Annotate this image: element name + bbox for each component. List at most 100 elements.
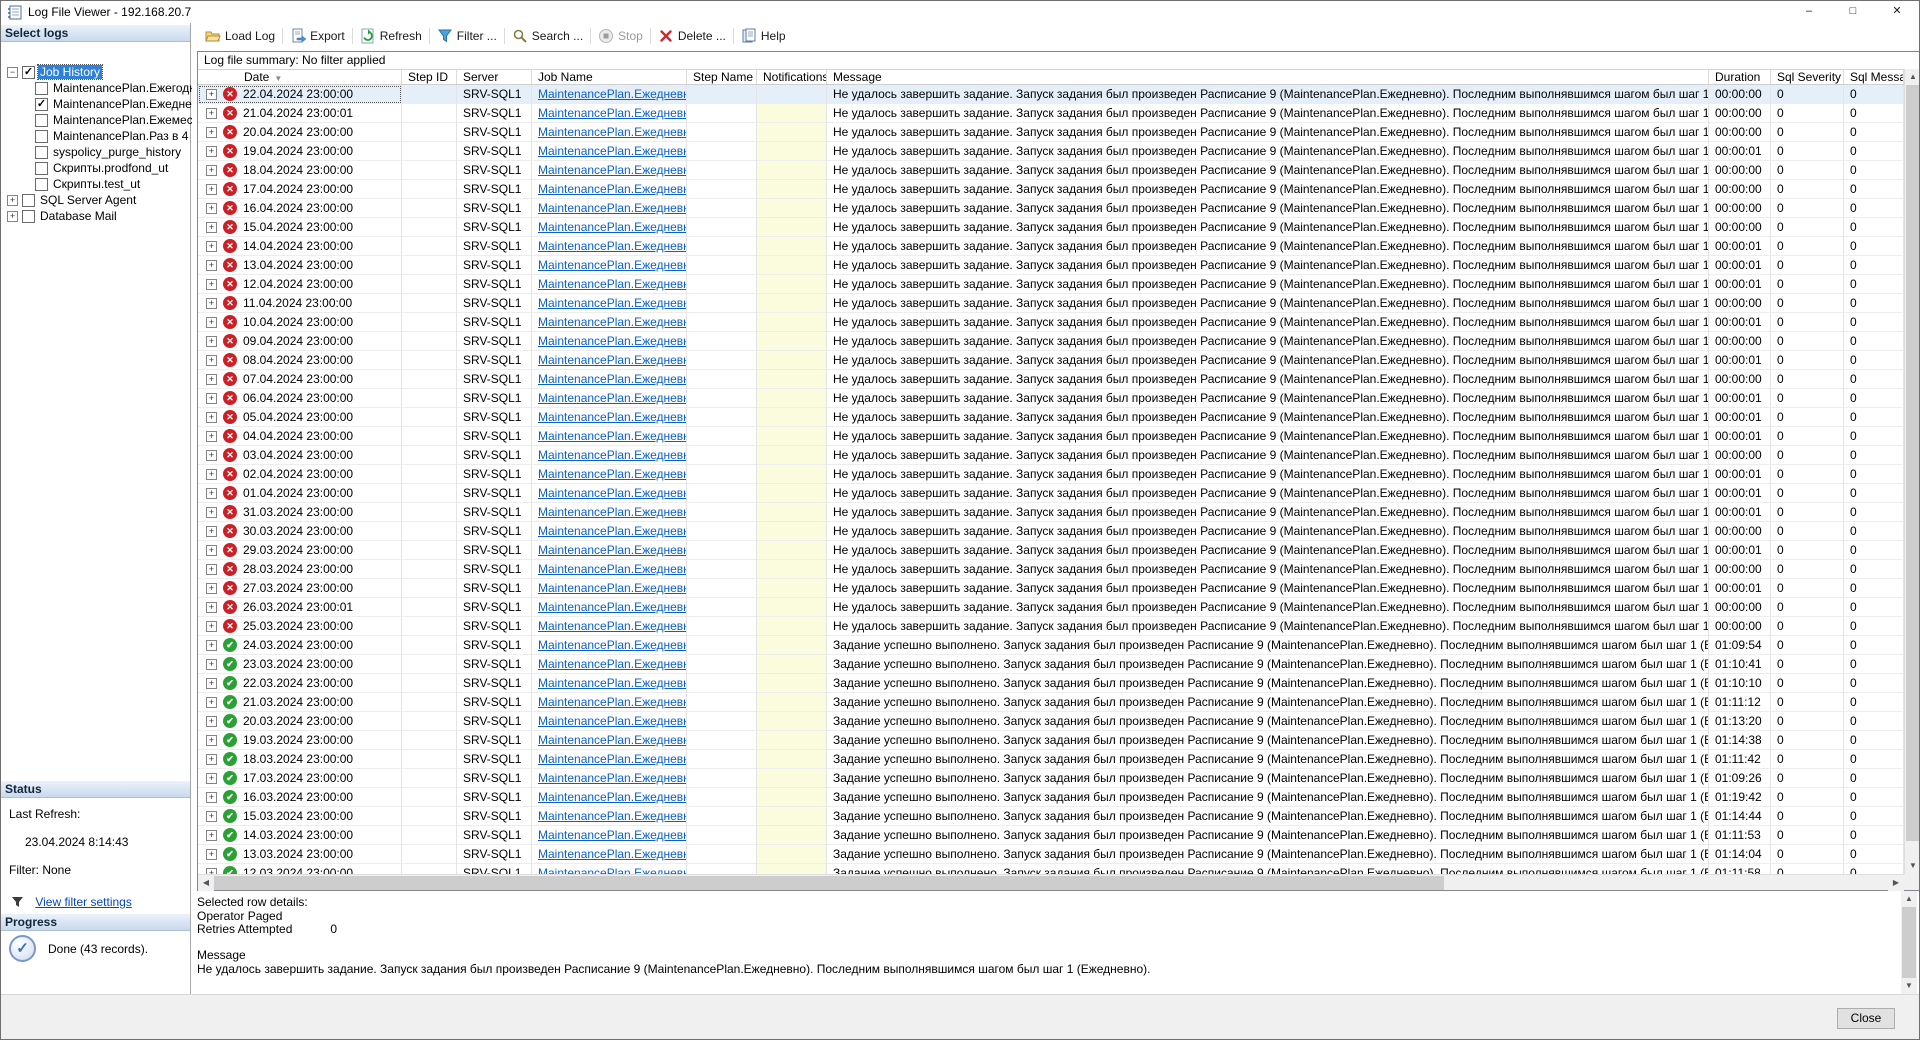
job-name-link[interactable]: MaintenancePlan.Ежедневно	[538, 600, 687, 614]
expand-row-icon[interactable]: +	[206, 716, 217, 727]
expand-row-icon[interactable]: +	[206, 811, 217, 822]
expand-row-icon[interactable]: +	[206, 146, 217, 157]
job-name-link[interactable]: MaintenancePlan.Ежедневно	[538, 619, 687, 633]
table-row[interactable]: +✕03.04.2024 23:00:00SRV-SQL1Maintenance…	[198, 446, 1920, 465]
details-vscroll-thumb[interactable]	[1902, 907, 1916, 978]
table-row[interactable]: +✕30.03.2024 23:00:00SRV-SQL1Maintenance…	[198, 522, 1920, 541]
grid-hscroll-thumb[interactable]	[214, 876, 1444, 890]
job-name-link[interactable]: MaintenancePlan.Ежедневно	[538, 429, 687, 443]
table-row[interactable]: +✕22.04.2024 23:00:00SRV-SQL1Maintenance…	[198, 85, 1920, 104]
expand-row-icon[interactable]: +	[206, 412, 217, 423]
job-name-link[interactable]: MaintenancePlan.Ежедневно	[538, 809, 687, 823]
export-button[interactable]: Export	[285, 26, 350, 46]
expand-row-icon[interactable]: +	[206, 583, 217, 594]
job-name-cell[interactable]: MaintenancePlan.Ежедневно	[532, 826, 687, 845]
job-name-cell[interactable]: MaintenancePlan.Ежедневно	[532, 85, 687, 104]
expand-row-icon[interactable]: +	[206, 374, 217, 385]
tree-item-label[interactable]: syspolicy_purge_history	[51, 145, 183, 159]
table-row[interactable]: +✕01.04.2024 23:00:00SRV-SQL1Maintenance…	[198, 484, 1920, 503]
table-row[interactable]: +✕02.04.2024 23:00:00SRV-SQL1Maintenance…	[198, 465, 1920, 484]
column-header-step-name[interactable]: Step Name	[687, 70, 757, 84]
expand-row-icon[interactable]: +	[206, 697, 217, 708]
column-header-sql-severity[interactable]: Sql Severity	[1771, 70, 1844, 84]
column-header-sql-messa[interactable]: Sql Messa	[1844, 70, 1904, 84]
scroll-up-arrow-icon[interactable]: ▲	[1905, 69, 1920, 85]
table-row[interactable]: +✔24.03.2024 23:00:00SRV-SQL1Maintenance…	[198, 636, 1920, 655]
expand-row-icon[interactable]: +	[206, 317, 217, 328]
job-name-cell[interactable]: MaintenancePlan.Ежедневно	[532, 560, 687, 579]
expand-row-icon[interactable]: +	[206, 564, 217, 575]
table-row[interactable]: +✕07.04.2024 23:00:00SRV-SQL1Maintenance…	[198, 370, 1920, 389]
close-button[interactable]: Close	[1837, 1008, 1895, 1029]
job-name-cell[interactable]: MaintenancePlan.Ежедневно	[532, 446, 687, 465]
job-name-cell[interactable]: MaintenancePlan.Ежедневно	[532, 845, 687, 864]
job-name-link[interactable]: MaintenancePlan.Ежедневно	[538, 847, 687, 861]
expand-row-icon[interactable]: +	[206, 754, 217, 765]
expand-row-icon[interactable]: +	[206, 469, 217, 480]
job-name-cell[interactable]: MaintenancePlan.Ежедневно	[532, 636, 687, 655]
job-name-link[interactable]: MaintenancePlan.Ежедневно	[538, 391, 687, 405]
expand-row-icon[interactable]: +	[206, 545, 217, 556]
job-name-cell[interactable]: MaintenancePlan.Ежедневно	[532, 161, 687, 180]
job-name-link[interactable]: MaintenancePlan.Ежедневно	[538, 448, 687, 462]
job-name-link[interactable]: MaintenancePlan.Ежедневно	[538, 562, 687, 576]
expand-row-icon[interactable]: +	[206, 621, 217, 632]
expand-row-icon[interactable]: +	[206, 260, 217, 271]
expand-row-icon[interactable]: +	[206, 222, 217, 233]
job-name-link[interactable]: MaintenancePlan.Ежедневно	[538, 258, 687, 272]
tree-checkbox[interactable]	[35, 130, 48, 143]
table-row[interactable]: +✕11.04.2024 23:00:00SRV-SQL1Maintenance…	[198, 294, 1920, 313]
table-row[interactable]: +✕13.04.2024 23:00:00SRV-SQL1Maintenance…	[198, 256, 1920, 275]
expand-row-icon[interactable]: +	[206, 526, 217, 537]
tree-checkbox[interactable]	[22, 210, 35, 223]
expand-row-icon[interactable]: +	[206, 165, 217, 176]
table-row[interactable]: +✔23.03.2024 23:00:00SRV-SQL1Maintenance…	[198, 655, 1920, 674]
job-name-cell[interactable]: MaintenancePlan.Ежедневно	[532, 503, 687, 522]
job-name-link[interactable]: MaintenancePlan.Ежедневно	[538, 524, 687, 538]
job-name-link[interactable]: MaintenancePlan.Ежедневно	[538, 771, 687, 785]
expand-row-icon[interactable]: +	[206, 735, 217, 746]
expand-row-icon[interactable]: +	[206, 127, 217, 138]
view-filter-settings-link[interactable]: View filter settings	[35, 895, 132, 909]
expand-row-icon[interactable]: +	[206, 507, 217, 518]
table-row[interactable]: +✕16.04.2024 23:00:00SRV-SQL1Maintenance…	[198, 199, 1920, 218]
job-name-link[interactable]: MaintenancePlan.Ежедневно	[538, 790, 687, 804]
column-header-duration[interactable]: Duration	[1709, 70, 1771, 84]
job-name-cell[interactable]: MaintenancePlan.Ежедневно	[532, 199, 687, 218]
expand-row-icon[interactable]: +	[206, 450, 217, 461]
table-row[interactable]: +✕21.04.2024 23:00:01SRV-SQL1Maintenance…	[198, 104, 1920, 123]
expand-row-icon[interactable]: +	[206, 279, 217, 290]
job-name-link[interactable]: MaintenancePlan.Ежедневно	[538, 638, 687, 652]
table-row[interactable]: +✕31.03.2024 23:00:00SRV-SQL1Maintenance…	[198, 503, 1920, 522]
search-button[interactable]: Search ...	[507, 26, 588, 46]
job-name-link[interactable]: MaintenancePlan.Ежедневно	[538, 676, 687, 690]
job-name-link[interactable]: MaintenancePlan.Ежедневно	[538, 505, 687, 519]
table-row[interactable]: +✔12.03.2024 23:00:00SRV-SQL1Maintenance…	[198, 864, 1920, 874]
delete-button[interactable]: Delete ...	[653, 26, 731, 46]
tree-checkbox[interactable]	[35, 162, 48, 175]
expand-row-icon[interactable]: +	[206, 640, 217, 651]
tree-checkbox[interactable]	[22, 194, 35, 207]
job-name-cell[interactable]: MaintenancePlan.Ежедневно	[532, 370, 687, 389]
filter-button[interactable]: Filter ...	[432, 26, 502, 46]
job-name-link[interactable]: MaintenancePlan.Ежедневно	[538, 353, 687, 367]
job-name-link[interactable]: MaintenancePlan.Ежедневно	[538, 239, 687, 253]
tree-item-maintenanceplan-ежегодно[interactable]: MaintenancePlan.Ежегодно	[1, 80, 190, 96]
table-row[interactable]: +✔14.03.2024 23:00:00SRV-SQL1Maintenance…	[198, 826, 1920, 845]
job-name-link[interactable]: MaintenancePlan.Ежедневно	[538, 201, 687, 215]
expand-row-icon[interactable]: +	[206, 849, 217, 860]
table-row[interactable]: +✔19.03.2024 23:00:00SRV-SQL1Maintenance…	[198, 731, 1920, 750]
table-row[interactable]: +✕17.04.2024 23:00:00SRV-SQL1Maintenance…	[198, 180, 1920, 199]
table-row[interactable]: +✔13.03.2024 23:00:00SRV-SQL1Maintenance…	[198, 845, 1920, 864]
scroll-down-arrow-icon[interactable]: ▼	[1905, 858, 1920, 874]
table-row[interactable]: +✕19.04.2024 23:00:00SRV-SQL1Maintenance…	[198, 142, 1920, 161]
expand-row-icon[interactable]: +	[206, 89, 217, 100]
details-vertical-scrollbar[interactable]: ▲ ▼	[1901, 891, 1917, 994]
table-row[interactable]: +✕28.03.2024 23:00:00SRV-SQL1Maintenance…	[198, 560, 1920, 579]
column-header-notifications[interactable]: Notifications	[757, 70, 827, 84]
tree-item-database-mail[interactable]: +Database Mail	[1, 208, 190, 224]
table-row[interactable]: +✕12.04.2024 23:00:00SRV-SQL1Maintenance…	[198, 275, 1920, 294]
job-name-cell[interactable]: MaintenancePlan.Ежедневно	[532, 123, 687, 142]
column-header-server[interactable]: Server	[457, 70, 532, 84]
expand-row-icon[interactable]: +	[206, 336, 217, 347]
